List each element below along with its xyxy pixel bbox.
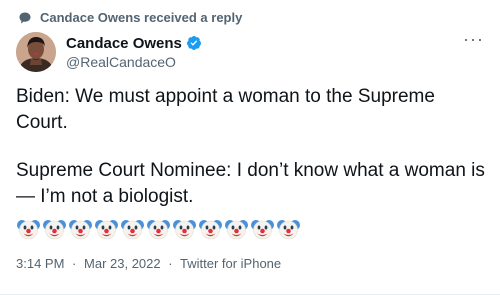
speech-bubble-icon <box>19 12 31 23</box>
meta-separator: · <box>168 256 173 271</box>
tweet-text: Biden: We must appoint a woman to the Su… <box>16 84 486 232</box>
display-name[interactable]: Candace Owens <box>66 35 182 52</box>
tweet-paragraph-2: Supreme Court Nominee: I don’t know what… <box>16 160 485 207</box>
tweet-time[interactable]: 3:14 PM <box>16 256 64 271</box>
emoji-row <box>16 216 301 242</box>
clown-face-icon <box>173 220 196 240</box>
user-info: Candace Owens @RealCandaceO <box>66 35 202 70</box>
verified-badge-icon <box>186 36 201 50</box>
clown-face-icon <box>199 220 222 240</box>
social-context: Candace Owens received a reply <box>18 10 242 25</box>
clown-face-icon <box>121 220 144 240</box>
profile-photo <box>16 32 56 72</box>
clown-face-icon <box>277 220 300 240</box>
avatar[interactable] <box>16 32 56 72</box>
clown-face-icon <box>147 220 170 240</box>
clown-face-icon <box>251 220 274 240</box>
tweet-source: Twitter for iPhone <box>179 256 282 271</box>
clown-face-icon <box>225 220 248 240</box>
handle[interactable]: @RealCandaceO <box>66 54 202 70</box>
meta-separator: · <box>72 256 77 271</box>
tweet-meta: 3:14 PM · Mar 23, 2022 · Twitter for iPh… <box>16 256 281 271</box>
tweet-card[interactable]: Candace Owens received a reply Candace O… <box>0 0 500 295</box>
name-row: Candace Owens <box>66 35 202 52</box>
tweet-paragraph-1: Biden: We must appoint a woman to the Su… <box>16 86 435 133</box>
clown-face-icon <box>95 220 118 240</box>
clown-face-icon <box>43 220 66 240</box>
tweet-header: Candace Owens @RealCandaceO ··· <box>16 30 484 74</box>
clown-face-icon <box>17 220 40 240</box>
tweet-date[interactable]: Mar 23, 2022 <box>84 256 161 271</box>
clown-face-icon <box>69 220 92 240</box>
more-options-button[interactable]: ··· <box>463 30 484 48</box>
social-context-text: Candace Owens received a reply <box>40 10 243 25</box>
